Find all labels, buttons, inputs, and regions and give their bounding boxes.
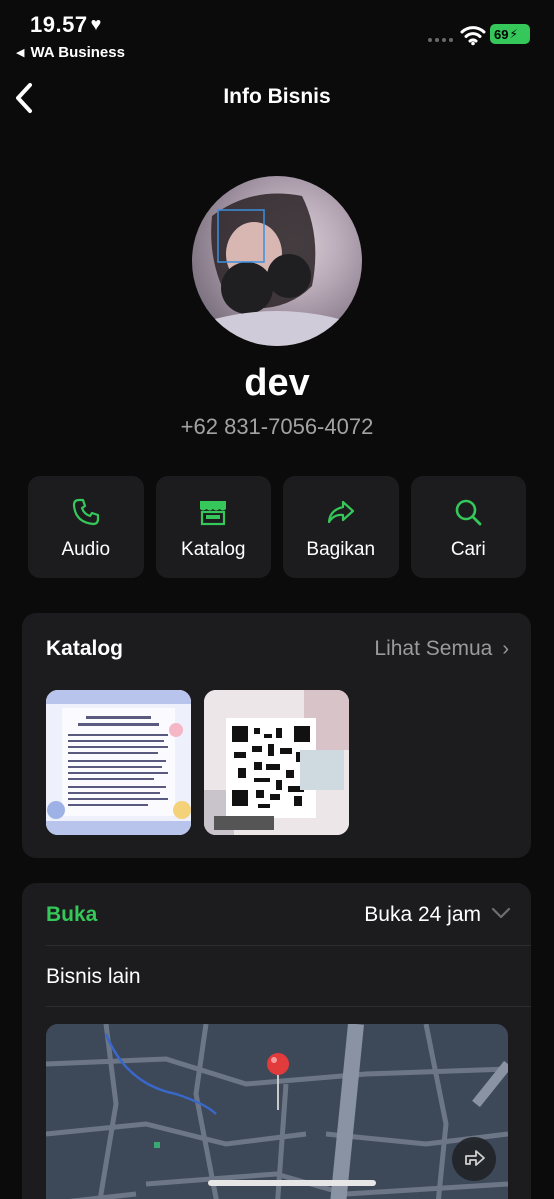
chevron-down-icon[interactable] (491, 905, 511, 921)
back-to-app-link[interactable]: ◀ WA Business (16, 44, 125, 61)
catalog-item-image (204, 690, 349, 835)
search-icon (455, 499, 482, 526)
share-button[interactable]: Bagikan (283, 476, 399, 578)
business-name: dev (244, 362, 310, 404)
page-title: Info Bisnis (223, 85, 331, 108)
phone-number[interactable]: +62 831-7056-4072 (0, 414, 554, 440)
see-all-link[interactable]: Lihat Semua › (374, 637, 509, 661)
charging-icon: ⚡ (509, 27, 518, 41)
location-map[interactable] (46, 1024, 508, 1199)
other-business-label: Bisnis lain (46, 965, 141, 988)
catalog-button[interactable]: Katalog (155, 476, 271, 578)
back-triangle-icon: ◀ (16, 47, 25, 59)
audio-label: Audio (61, 539, 111, 560)
share-label: Bagikan (306, 539, 376, 560)
map-image (46, 1024, 508, 1199)
hours-value[interactable]: Buka 24 jam (364, 903, 481, 927)
chevron-right-icon: › (502, 638, 509, 660)
store-icon (200, 501, 227, 526)
battery-indicator: 69 ⚡ (490, 24, 530, 44)
home-indicator[interactable] (208, 1180, 376, 1186)
search-label: Cari (450, 539, 486, 560)
audio-call-button[interactable]: Audio (28, 476, 144, 578)
heart-icon: ♥ (90, 14, 102, 34)
wifi-icon (460, 26, 486, 46)
catalog-item[interactable] (46, 690, 191, 835)
catalog-item[interactable] (204, 690, 349, 835)
catalog-label: Katalog (181, 539, 246, 560)
profile-avatar[interactable] (192, 176, 362, 346)
search-button[interactable]: Cari (410, 476, 526, 578)
avatar-photo (192, 193, 362, 346)
status-bar: 19.57 ♥ ◀ WA Business 69 ⚡ (0, 0, 554, 70)
nav-bar: Info Bisnis (0, 75, 554, 121)
divider (46, 1006, 531, 1007)
open-status: Buka (46, 903, 98, 926)
business-hours-section: Buka Buka 24 jam Bisnis lain (22, 883, 531, 1199)
share-icon (327, 500, 354, 524)
catalog-title: Katalog (46, 637, 124, 660)
catalog-item-image (46, 690, 191, 835)
signal-icon (428, 38, 453, 42)
divider (46, 945, 531, 946)
catalog-section: Katalog Lihat Semua › (22, 613, 531, 858)
action-row: Audio Katalog Bagikan Cari (28, 476, 526, 578)
status-time: 19.57 ♥ (30, 12, 102, 37)
phone-icon (72, 498, 99, 526)
